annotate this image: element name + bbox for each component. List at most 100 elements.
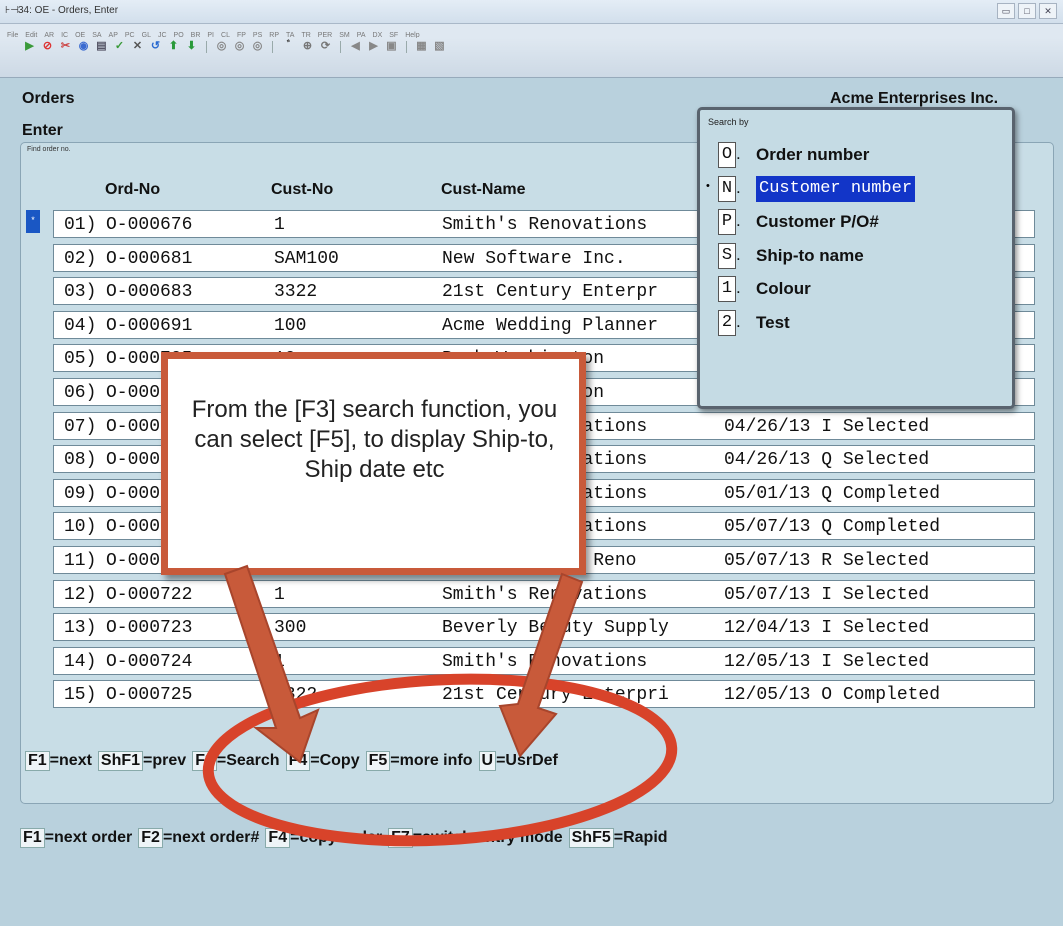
function-key[interactable]: F4 [265, 828, 291, 848]
column-header-cust-name: Cust-Name [441, 181, 526, 198]
check-icon[interactable]: ✓ [112, 39, 127, 54]
customer-number: 3322 [274, 685, 318, 706]
customer-name: Smith's Renovations [442, 584, 648, 605]
table-row[interactable]: 12) O-000722 1 Smith's Renovations 05/07/13 … [53, 579, 1035, 608]
customer-number: 1 [274, 584, 285, 605]
main-function-keys: F1 =next order F2 =next order# F4 =copy order… [20, 828, 674, 848]
function-key-label: =switch entry mode [412, 829, 563, 846]
lookup-function-keys: F1 =next ShF1 =prev F3 =Search F4 =Copy F5 =more … [25, 751, 564, 771]
row-number: 02) [64, 248, 97, 269]
search-option[interactable]: • N. Customer number [706, 175, 916, 202]
window-controls: ▭ □ ✕ [997, 3, 1057, 19]
function-key-label: =prev [143, 752, 187, 769]
title-bar: ⊦⊣ 34: OE - Orders, Enter ▭ □ ✕ [0, 0, 1063, 24]
search-option[interactable]: P. Customer P/O# [718, 209, 879, 236]
function-key[interactable]: F1 [25, 751, 50, 771]
row-number: 08) [64, 450, 97, 471]
customer-name: Acme Wedding Planner [442, 315, 659, 336]
menu-bar: File Edit AR IC OE SA AP PC GL JC PO BR PI CL FP PS RP TA… [0, 24, 1063, 39]
search-option[interactable]: S. Ship-to name [718, 242, 864, 269]
customer-number: 300 [274, 618, 307, 639]
function-key-label: =copy order [290, 829, 383, 846]
function-key[interactable]: ShF1 [97, 751, 144, 771]
toolbar: ▶ ⊘ ✂ ◉ ▤ ✓ ✕ ↺ ⬆ ⬇ ◎ ◎ ◎ ﾞ ⊕ ⟳ ◀ ▶ ▣ ▦ … [0, 38, 1063, 78]
order-number: O-000681 [106, 248, 193, 269]
circle-icon-1[interactable]: ◎ [214, 39, 229, 54]
find-order-label: Find order no. [27, 146, 71, 153]
table-row[interactable]: 14) O-000724 1 Smith's Renovations 12/05/13 … [53, 646, 1035, 675]
function-key-label: =UsrDef [496, 752, 558, 769]
print-icon[interactable]: ▤ [94, 39, 109, 54]
cut-icon[interactable]: ✂ [58, 39, 73, 54]
order-date-status: 05/07/13 R Selected [724, 551, 930, 571]
refresh-icon[interactable]: ⟳ [318, 39, 333, 54]
prev-icon[interactable]: ◀ [348, 39, 363, 54]
run-icon[interactable]: ▶ [22, 39, 37, 54]
page-title: Orders [22, 90, 75, 107]
customer-name: 21st Century Enterpr [442, 282, 659, 303]
function-key[interactable]: F5 [365, 751, 391, 771]
document-icon[interactable]: ▣ [384, 39, 399, 54]
search-option-label: Customer number [756, 175, 916, 202]
order-date-status: 05/01/13 Q Completed [724, 483, 941, 504]
order-date-status: 04/26/13 Q Selected [724, 450, 930, 471]
function-key[interactable]: F3 [192, 751, 217, 771]
search-option-key: P [718, 209, 736, 236]
table-row[interactable]: 15) O-000725 3322 21st Century Enterpri 12/0… [53, 680, 1035, 709]
maximize-button[interactable]: □ [1018, 3, 1036, 19]
function-key-label: =Search [216, 752, 280, 769]
search-option[interactable]: O. Order number [718, 142, 869, 168]
company-name: Acme Enterprises Inc. [830, 90, 999, 107]
search-option-key: N [718, 175, 736, 202]
search-option[interactable]: 2. Test [718, 310, 790, 336]
function-key[interactable]: F4 [285, 751, 311, 771]
row-number: 15) [64, 685, 97, 706]
binoculars-icon[interactable]: ﾞ [282, 39, 297, 54]
search-option-label: Test [756, 313, 790, 332]
up-arrow-icon[interactable]: ⬆ [166, 39, 181, 54]
search-option-key: O [718, 142, 736, 168]
function-key[interactable]: F2 [138, 828, 163, 848]
minimize-button[interactable]: ▭ [997, 3, 1015, 19]
order-number: O-000723 [106, 618, 193, 639]
function-key-label: =Rapid [613, 829, 668, 846]
function-key-label: =next [49, 752, 92, 769]
search-option-key: 1 [718, 276, 736, 303]
zoom-icon[interactable]: ⊕ [300, 39, 315, 54]
function-key[interactable]: F7 [388, 828, 413, 848]
customer-number: 1 [274, 651, 285, 672]
customer-name: Beverly Beauty Supply [442, 618, 669, 639]
customer-number: 100 [274, 315, 307, 336]
stop-icon[interactable]: ⊘ [40, 39, 55, 54]
function-key[interactable]: ShF5 [568, 828, 614, 848]
function-key[interactable]: F1 [20, 828, 45, 848]
row-number: 14) [64, 651, 97, 672]
search-option-key: 2 [718, 310, 736, 336]
clear-icon[interactable]: ✕ [130, 39, 145, 54]
search-by-title: Search by [708, 117, 749, 127]
undo-icon[interactable]: ↺ [148, 39, 163, 54]
separator: . [736, 312, 741, 331]
down-arrow-icon[interactable]: ⬇ [184, 39, 199, 54]
order-date-status: 05/07/13 Q Completed [724, 517, 941, 538]
customer-name: Smith's Renovations [442, 651, 648, 672]
circle-icon-3[interactable]: ◎ [250, 39, 265, 54]
column-header-ord-no: Ord-No [105, 181, 161, 198]
customer-number: 1 [274, 215, 285, 235]
row-number: 09) [64, 483, 97, 504]
function-key[interactable]: U [478, 751, 497, 771]
search-option-label: Colour [756, 279, 811, 299]
search-option[interactable]: 1. Colour [718, 276, 811, 303]
close-button[interactable]: ✕ [1039, 3, 1057, 19]
circle-icon-2[interactable]: ◎ [232, 39, 247, 54]
form-icon[interactable]: ▦ [414, 39, 429, 54]
separator: . [736, 177, 741, 197]
function-key-label: =Copy [310, 752, 360, 769]
search-option-label: Order number [756, 145, 870, 164]
row-number: 04) [64, 315, 97, 336]
view-icon[interactable]: ▧ [432, 39, 447, 54]
next-icon[interactable]: ▶ [366, 39, 381, 54]
settings-icon[interactable]: ◉ [76, 39, 91, 54]
order-number: O-000683 [106, 282, 193, 303]
table-row[interactable]: 13) O-000723 300 Beverly Beauty Supply 12/04… [53, 613, 1035, 642]
